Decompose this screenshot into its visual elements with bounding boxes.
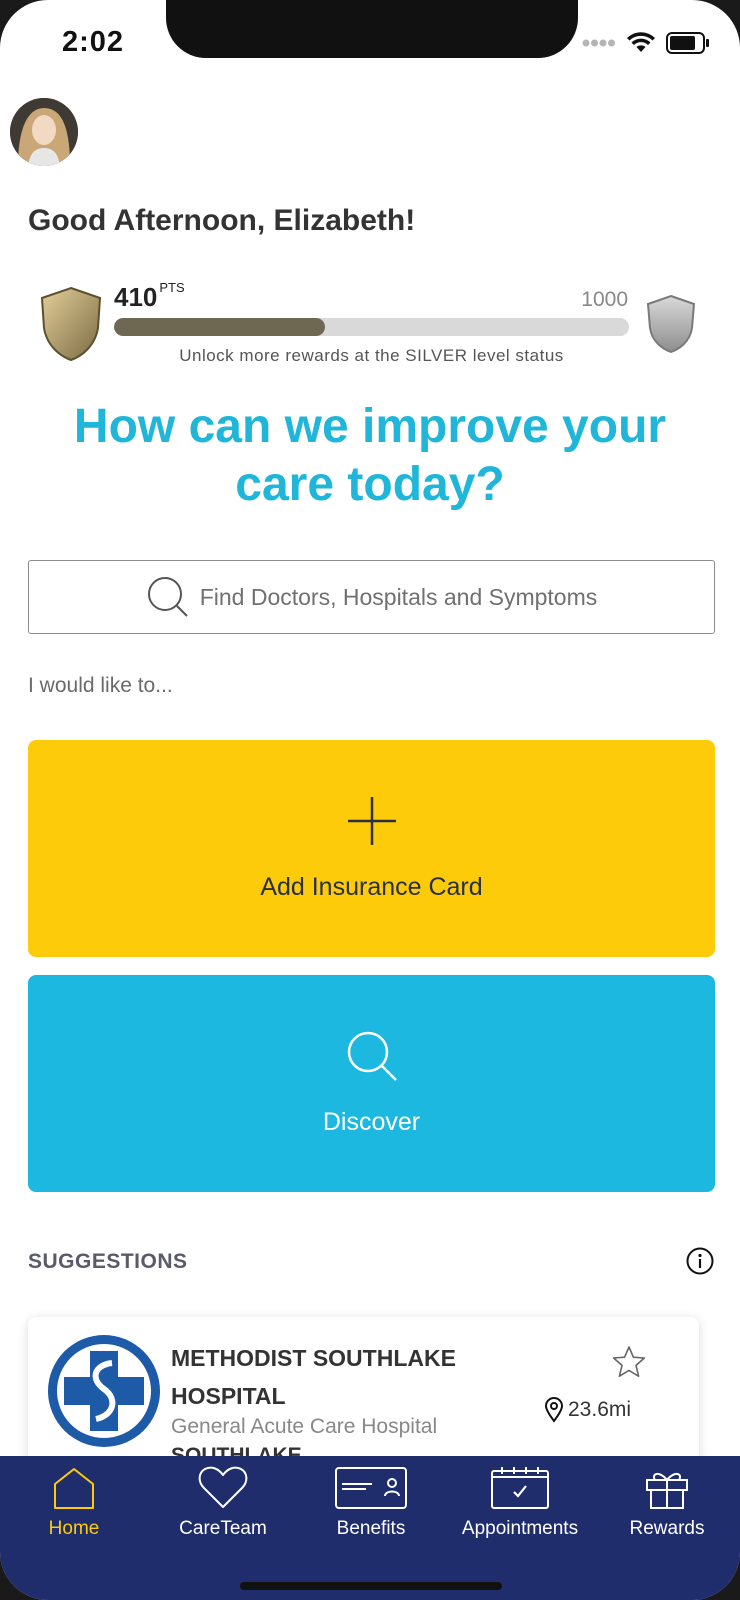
tab-benefits[interactable]: Benefits: [301, 1466, 441, 1540]
tab-appointments[interactable]: Appointments: [450, 1466, 590, 1540]
avatar[interactable]: [10, 98, 78, 166]
home-indicator: [240, 1582, 502, 1590]
tab-appointments-label: Appointments: [461, 1518, 579, 1539]
status-icons: [582, 32, 710, 54]
action-intro: I would like to...: [28, 674, 173, 697]
unlock-rewards-text: Unlock more rewards at the SILVER level …: [179, 346, 564, 365]
card-icon: [335, 1467, 407, 1509]
battery-icon: [666, 32, 709, 54]
avatar-photo: [10, 98, 78, 166]
add-insurance-card-label: Add Insurance Card: [260, 873, 483, 901]
points-max: 1000: [581, 288, 628, 311]
search-input[interactable]: Find Doctors, Hospitals and Symptoms: [28, 560, 715, 634]
search-placeholder: Find Doctors, Hospitals and Symptoms: [199, 583, 598, 610]
tab-home-label: Home: [48, 1518, 100, 1539]
tab-rewards-label: Rewards: [629, 1518, 705, 1539]
app-screen: 2:02 Good Afternoon, Elizabeth! 410 PTS …: [0, 0, 740, 1600]
points-unit: PTS: [159, 280, 185, 296]
home-icon: [54, 1468, 94, 1509]
discover-label: Discover: [322, 1108, 421, 1136]
calendar-icon: [491, 1467, 549, 1509]
points-progress-fill: [114, 318, 326, 336]
status-time: 2:02: [62, 26, 125, 58]
heart-icon: [198, 1466, 248, 1508]
greeting: Good Afternoon, Elizabeth!: [28, 204, 416, 237]
gold-shield-icon: [40, 286, 102, 362]
silver-shield-icon: [646, 294, 696, 354]
plus-icon: [347, 797, 396, 845]
signal-icon: [582, 39, 615, 47]
page-headline: How can we improve your care today?: [73, 400, 667, 511]
hospital-name: METHODIST SOUTHLAKE HOSPITAL: [171, 1345, 456, 1409]
hospital-logo: [48, 1335, 160, 1447]
location-pin-icon: [544, 1397, 564, 1423]
info-icon[interactable]: [686, 1247, 714, 1275]
tab-benefits-label: Benefits: [336, 1518, 406, 1539]
tab-home[interactable]: Home: [4, 1466, 144, 1540]
tab-careteam-label: CareTeam: [179, 1518, 267, 1539]
points-current: 410 PTS: [114, 280, 185, 313]
search-icon: [147, 577, 188, 617]
discover-button[interactable]: Discover: [28, 975, 715, 1192]
points-value: 410: [114, 282, 158, 312]
hospital-distance: 23.6mi: [544, 1397, 631, 1423]
notch: [166, 0, 578, 58]
gift-icon: [646, 1473, 688, 1509]
status-bar: 2:02: [0, 0, 740, 92]
points-progress-bar: [114, 318, 629, 336]
tab-bar: Home CareTeam Benefits Appointments Rewa…: [0, 1456, 740, 1600]
distance-value: 23.6mi: [568, 1398, 632, 1421]
add-insurance-card-button[interactable]: Add Insurance Card: [28, 740, 715, 957]
wifi-icon: [627, 32, 655, 52]
tab-careteam[interactable]: CareTeam: [153, 1466, 293, 1540]
star-icon[interactable]: [612, 1345, 646, 1379]
hospital-type: General Acute Care Hospital: [171, 1415, 438, 1438]
suggestions-heading: SUGGESTIONS: [28, 1250, 188, 1273]
search-icon: [347, 1031, 397, 1081]
tab-rewards[interactable]: Rewards: [597, 1466, 737, 1540]
